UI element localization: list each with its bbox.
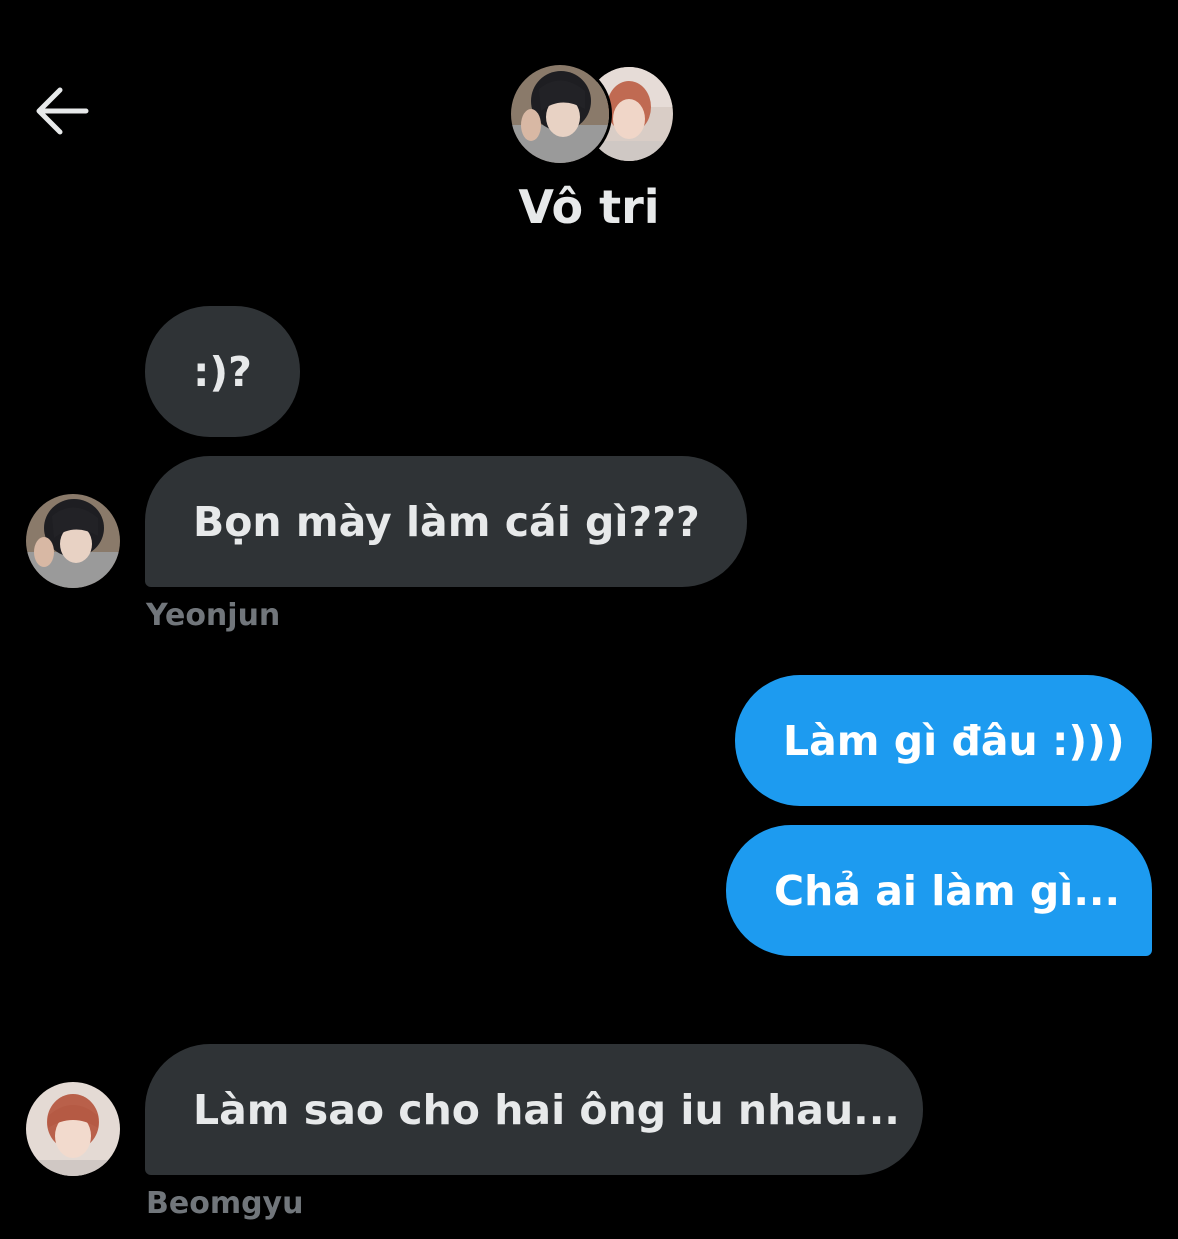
message-bubble[interactable]: Bọn mày làm cái gì??? [145,456,747,587]
message-bubble[interactable]: Làm sao cho hai ông iu nhau... [145,1044,923,1175]
sender-name: Yeonjun [146,598,281,633]
back-button[interactable] [30,82,94,140]
sender-name: Beomgyu [146,1186,304,1221]
arrow-left-icon [36,87,89,135]
message-bubble[interactable]: Chả ai làm gì... [726,825,1152,956]
message-text: :)? [193,347,252,396]
avatar[interactable] [26,494,120,588]
avatar[interactable] [26,1082,120,1176]
message-bubble[interactable]: :)? [145,306,300,437]
avatar [508,62,612,166]
message-text: Bọn mày làm cái gì??? [193,497,700,546]
message-text: Chả ai làm gì... [774,866,1121,915]
group-avatars[interactable] [508,62,676,166]
message-bubble[interactable]: Làm gì đâu :))) [735,675,1152,806]
conversation-title: Vô tri [518,180,660,234]
message-text: Làm gì đâu :))) [783,716,1125,765]
message-text: Làm sao cho hai ông iu nhau... [193,1085,900,1134]
